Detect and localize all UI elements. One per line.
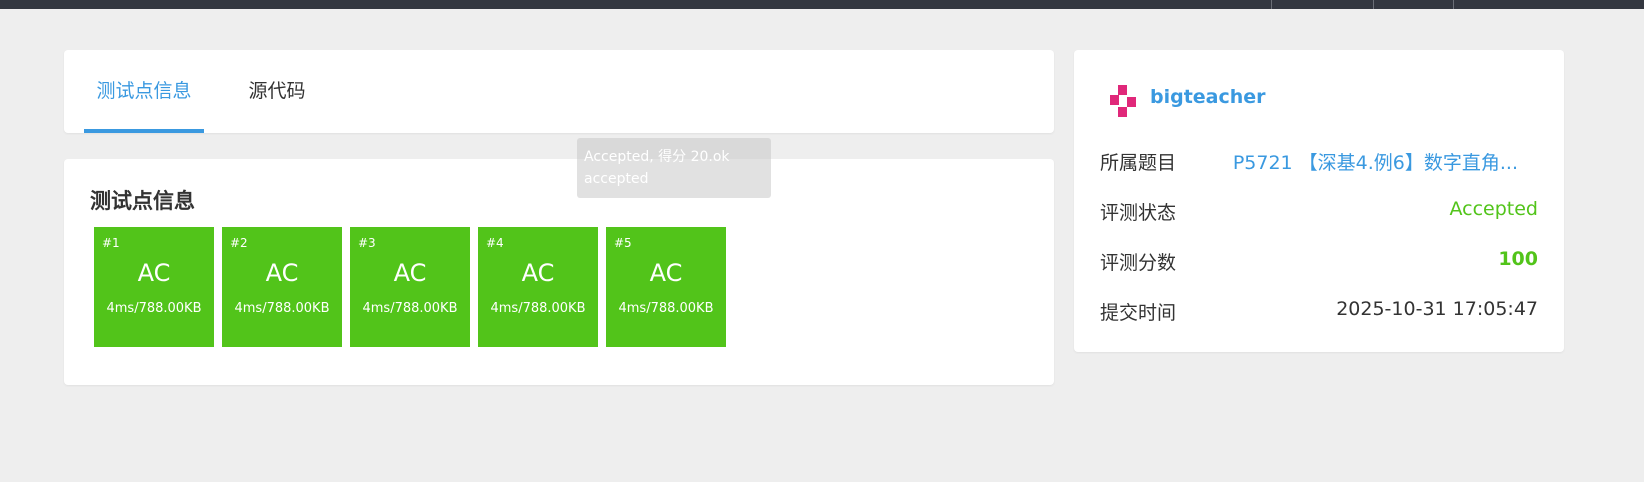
nav-divider [1271,0,1272,9]
testpoint-stat: 4ms/788.00KB [618,301,714,316]
problem-link[interactable]: P5721 【深基4.例6】数字直角... [1233,148,1518,175]
testpoints-card: 测试点信息 #1 AC 4ms/788.00KB #2 AC 4ms/788.0… [64,159,1054,385]
score-value: 100 [1498,248,1538,270]
status-label: 评测状态 [1100,202,1177,224]
testpoint-result: AC [265,259,299,287]
testpoint-index: #1 [102,236,120,250]
testpoint-index: #3 [358,236,376,250]
testpoint-index: #5 [614,236,632,250]
testpoint-tile[interactable]: #3 AC 4ms/788.00KB [350,227,470,347]
status-value: Accepted [1449,198,1538,220]
section-title: 测试点信息 [90,189,195,213]
user-avatar-icon [1110,85,1136,117]
nav-divider [1373,0,1374,9]
submit-time-label: 提交时间 [1100,302,1177,324]
testpoint-tile[interactable]: #4 AC 4ms/788.00KB [478,227,598,347]
tab-testpoints[interactable]: 测试点信息 [84,50,204,133]
testpoint-stat: 4ms/788.00KB [234,301,330,316]
username-link[interactable]: bigteacher [1150,86,1266,108]
problem-label: 所属题目 [1100,152,1177,174]
active-tab-indicator [84,129,204,133]
testpoint-stat: 4ms/788.00KB [362,301,458,316]
testpoint-tooltip: Accepted, 得分 20.ok accepted [577,138,771,198]
nav-divider [1453,0,1454,9]
testpoint-stat: 4ms/788.00KB [490,301,586,316]
testpoint-result: AC [649,259,683,287]
tab-source-code-label: 源代码 [248,80,306,102]
testpoint-index: #2 [230,236,248,250]
testpoint-stat: 4ms/788.00KB [106,301,202,316]
submission-info-card: bigteacher 所属题目 P5721 【深基4.例6】数字直角... 评测… [1074,50,1564,352]
tooltip-line-status: Accepted, 得分 20.ok [584,149,730,165]
testpoint-result: AC [521,259,555,287]
tooltip-line-message: accepted [584,171,649,187]
testpoint-tile[interactable]: #2 AC 4ms/788.00KB [222,227,342,347]
testpoint-result: AC [137,259,171,287]
submit-time-value: 2025-10-31 17:05:47 [1336,298,1538,320]
top-nav-bar [0,0,1644,9]
tab-bar-card: 测试点信息 源代码 [64,50,1054,133]
tab-source-code[interactable]: 源代码 [222,50,332,133]
testpoint-tile[interactable]: #1 AC 4ms/788.00KB [94,227,214,347]
testpoint-result: AC [393,259,427,287]
score-label: 评测分数 [1100,252,1177,274]
tab-testpoints-label: 测试点信息 [96,80,192,102]
testpoint-tile[interactable]: #5 AC 4ms/788.00KB [606,227,726,347]
testpoint-index: #4 [486,236,504,250]
